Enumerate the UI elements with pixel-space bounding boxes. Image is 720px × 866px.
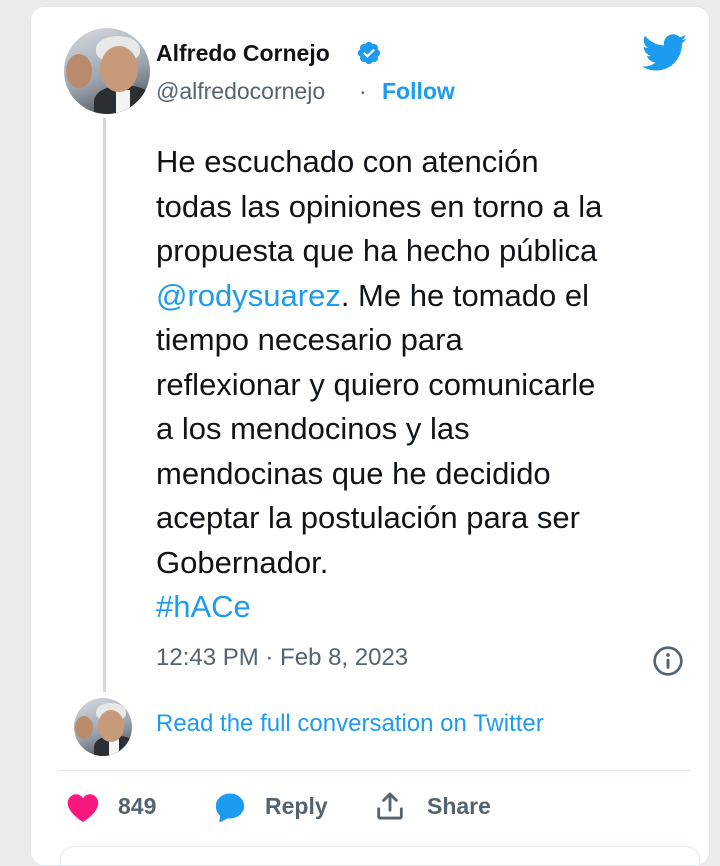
author-avatar[interactable] [64,28,150,114]
tweet-text-fragment: . Me he tomado el [340,277,589,313]
tweet-line: aceptar la postulación para ser [156,500,580,535]
hashtag-link[interactable]: #hACe [156,585,696,630]
reply-avatar[interactable] [74,698,132,756]
twitter-bird-icon[interactable] [642,34,688,72]
reply-button[interactable]: Reply [265,793,328,820]
info-icon[interactable] [652,645,684,677]
share-button[interactable]: Share [427,793,491,820]
tweet-line-with-mention: @rodysuarez. Me he tomado el [156,274,696,319]
verified-badge-icon [357,41,381,65]
author-handle[interactable]: @alfredocornejo [156,78,325,105]
tweet-line: propuesta que ha hecho pública [156,233,598,268]
tweet-line: He escuchado con atención [156,144,539,179]
next-card-edge [60,846,700,866]
share-icon[interactable] [373,789,407,823]
tweet-line: tiempo necesario para [156,322,463,357]
tweet-line: reflexionar y quiero comunicarle [156,366,596,402]
follow-button[interactable]: Follow [382,78,455,105]
tweet-line: a los mendocinos y las [156,411,470,446]
tweet-line: todas las opiniones en torno a la [156,188,603,224]
mention-link[interactable]: @rodysuarez [156,278,341,313]
divider [58,770,690,771]
thread-line [103,118,106,692]
like-count[interactable]: 849 [118,793,156,820]
author-name[interactable]: Alfredo Cornejo [156,40,330,67]
separator-dot: · [359,78,367,104]
tweet-line: Gobernador. [156,544,329,580]
tweet-text: He escuchado con atención todas las opin… [156,140,696,630]
heart-icon[interactable] [66,791,100,823]
tweet-line: mendocinas que he decidido [156,455,551,491]
read-full-conversation-link[interactable]: Read the full conversation on Twitter [156,710,544,738]
tweet-timestamp[interactable]: 12:43 PM · Feb 8, 2023 [156,644,408,672]
reply-bubble-icon[interactable] [212,790,248,824]
